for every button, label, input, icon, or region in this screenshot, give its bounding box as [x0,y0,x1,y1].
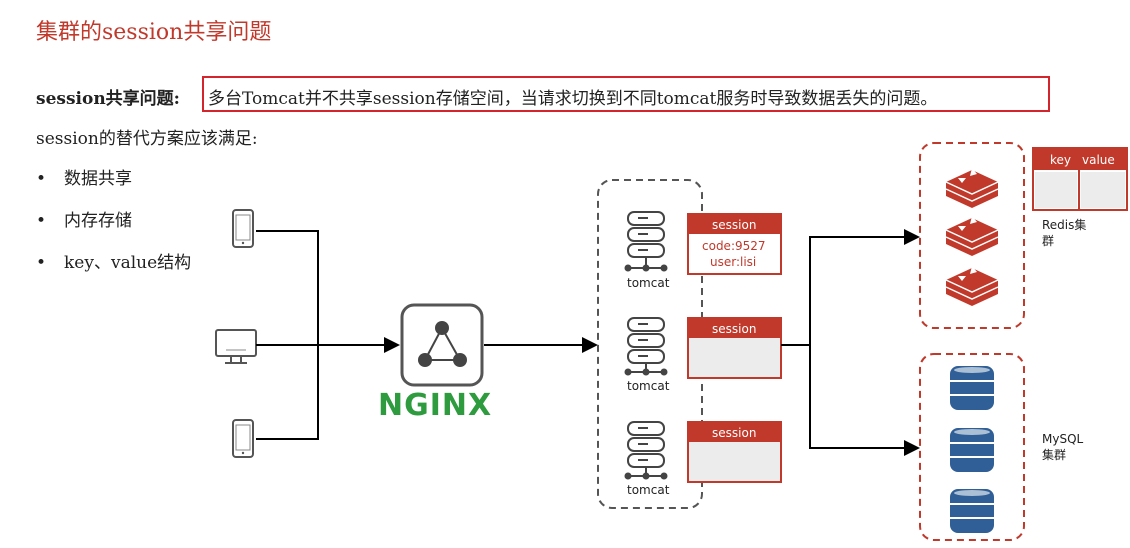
server-icon [624,421,668,480]
session-header: session [712,322,756,336]
storage-connectors [781,229,920,456]
key-value-table: key value [1032,147,1128,211]
desktop-icon [215,329,257,364]
tomcat-label: tomcat [627,379,670,393]
session-box: session [687,317,782,379]
kv-key-header: key [1050,153,1071,167]
phone-icon [232,419,254,458]
redis-icon [945,168,999,208]
database-icon [950,366,994,410]
redis-icon [945,266,999,306]
redis-cluster-label: 群 [1042,234,1054,248]
tomcat-label: tomcat [627,276,670,290]
session-value: code:9527 [702,239,766,253]
tomcat-label: tomcat [627,483,670,497]
database-icon [950,428,994,472]
session-header: session [712,426,756,440]
session-value: user:lisi [710,255,756,269]
client-connectors [256,230,400,440]
nginx-icon [400,303,484,387]
nginx-logo-text: NGINX [378,388,492,423]
session-header: session [712,218,756,232]
session-box: session [687,421,782,483]
mysql-cluster-label: 集群 [1042,447,1066,462]
mysql-cluster-label: MySQL [1042,432,1084,446]
phone-icon [232,209,254,248]
session-box: session code:9527 user:lisi [687,213,782,275]
redis-icon [945,216,999,256]
server-icon [624,211,668,272]
kv-value-header: value [1082,153,1115,167]
server-icon [624,317,668,376]
tomcat-cluster-box [597,179,703,509]
redis-cluster-label: Redis集 [1042,217,1086,232]
database-icon [950,489,994,533]
architecture-diagram: NGINX tomcat tomcat tomcat session code:… [215,142,1128,541]
